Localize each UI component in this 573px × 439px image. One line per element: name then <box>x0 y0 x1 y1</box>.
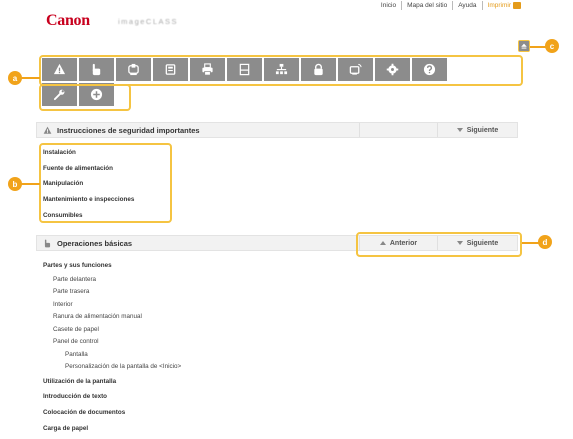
list-item[interactable]: Pantalla <box>43 349 181 362</box>
link-inicio[interactable]: Inicio <box>376 1 401 10</box>
list-item[interactable]: Colocación de documentos <box>43 405 181 421</box>
chevron-down-icon <box>456 128 463 132</box>
section-title-basic: Operaciones básicas <box>37 239 359 248</box>
callout-c: c <box>545 39 559 53</box>
highlight-nav-buttons <box>356 232 522 257</box>
list-item[interactable]: Utilización de la pantalla <box>43 374 181 390</box>
callout-d: d <box>538 235 552 249</box>
section-title-safety: Instrucciones de seguridad importantes <box>37 126 359 135</box>
siguiente-button[interactable]: Siguiente <box>437 123 517 137</box>
imprimir-label: Imprimir <box>487 1 511 9</box>
section-title-basic-text: Operaciones básicas <box>57 238 133 248</box>
list-item[interactable]: Carga de papel <box>43 421 181 437</box>
product-name: imageCLASS <box>118 17 178 26</box>
placeholder-cell <box>359 123 437 137</box>
list-item[interactable]: Parte trasera <box>43 286 181 299</box>
callout-line-b <box>20 183 40 185</box>
link-mapa-del-sitio[interactable]: Mapa del sitio <box>401 0 452 10</box>
callout-line-a <box>20 77 40 79</box>
callout-b: b <box>8 177 22 191</box>
link-imprimir[interactable]: Imprimir <box>481 0 526 10</box>
arrow-up-icon <box>521 43 527 49</box>
list-item[interactable]: Casete de papel <box>43 324 181 337</box>
highlight-toolbar-row2 <box>39 84 131 111</box>
printer-icon <box>513 1 521 9</box>
section-header-safety: Instrucciones de seguridad importantes S… <box>36 122 518 138</box>
highlight-section1-list <box>39 143 172 223</box>
list-item[interactable]: Parte delantera <box>43 274 181 287</box>
canon-logo: Canon <box>46 12 90 29</box>
product-name-text: imageCLASS <box>118 17 179 26</box>
top-links: Inicio Mapa del sitio Ayuda Imprimir <box>376 0 526 10</box>
section-title-safety-text: Instrucciones de seguridad importantes <box>57 125 200 135</box>
list-item[interactable]: Interior <box>43 299 181 312</box>
siguiente-label: Siguiente <box>466 126 499 134</box>
list-item[interactable]: Introducción de texto <box>43 389 181 405</box>
scroll-top-button[interactable] <box>519 41 529 51</box>
section2-list: Partes y sus funciones Parte delantera P… <box>43 258 181 437</box>
link-ayuda[interactable]: Ayuda <box>452 0 481 10</box>
highlight-toolbar-row1 <box>39 55 523 86</box>
callout-a: a <box>8 71 22 85</box>
list-item[interactable]: Ranura de alimentación manual <box>43 311 181 324</box>
group-title[interactable]: Partes y sus funciones <box>43 258 181 274</box>
warning-icon <box>43 126 52 134</box>
list-item[interactable]: Personalización de la pantalla de <Inici… <box>43 361 181 374</box>
hand-icon <box>44 239 51 247</box>
list-item[interactable]: Panel de control <box>43 336 181 349</box>
